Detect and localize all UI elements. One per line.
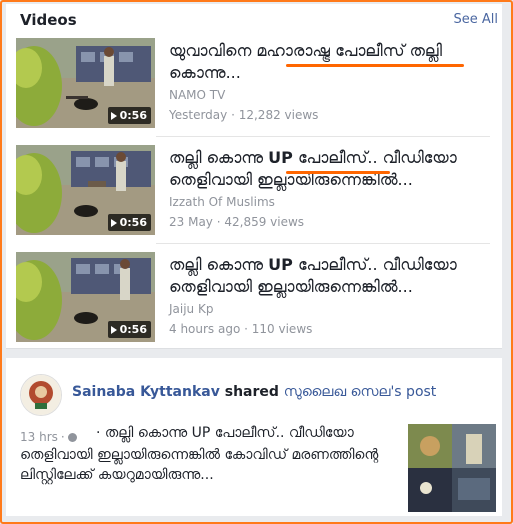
shared-header: Sainaba Kyttankav shared സുലൈഖ സെല's pos… — [72, 384, 436, 400]
video-title[interactable]: യുവാവിനെ മഹാരാഷ്ട്ര പോലീസ് തല്ലി കൊന്നു.… — [169, 40, 494, 84]
meta-separator: · — [212, 215, 225, 229]
video-duration-badge: 0:56 — [107, 214, 151, 231]
post-text-line: · തല്ലി കൊന്നു UP പോലീസ്.. വീഡിയോ — [96, 425, 354, 441]
video-views: 12,282 views — [238, 108, 319, 122]
meta-separator: · — [227, 108, 239, 122]
title-part: തല്ലി കൊന്നു — [169, 255, 269, 274]
divider — [156, 243, 490, 244]
video-duration: 0:56 — [119, 109, 147, 122]
video-source[interactable]: Izzath Of Muslims — [169, 195, 275, 209]
title-bold: UP — [268, 148, 293, 167]
video-thumbnail[interactable]: 0:56 — [16, 252, 155, 342]
video-title[interactable]: തല്ലി കൊന്നു UP പോലീസ്.. വീഡിയോ തെളിവായി… — [169, 147, 494, 191]
video-date: Yesterday — [169, 108, 228, 122]
post-image[interactable] — [408, 424, 496, 512]
video-duration: 0:56 — [119, 216, 147, 229]
video-duration-badge: 0:56 — [107, 321, 151, 338]
video-thumbnail[interactable]: 0:56 — [16, 145, 155, 235]
highlight-underline — [286, 171, 390, 174]
video-date: 23 May — [169, 215, 213, 229]
post-meta: 13 hrs · — [20, 430, 77, 444]
video-views: 42,859 views — [224, 215, 305, 229]
post-text: തെളിവായി ഇല്ലായിരുന്നെങ്കിൽ കോവിഡ് മരണത്… — [20, 447, 379, 483]
section-title: Videos — [20, 11, 77, 29]
video-meta: 23 May · 42,859 views — [169, 215, 304, 229]
see-all-link[interactable]: See All — [454, 12, 499, 27]
video-views: 110 views — [251, 322, 313, 336]
shared-action: shared — [219, 384, 284, 400]
video-item[interactable]: 0:56 യുവാവിനെ മഹാരാഷ്ട്ര പോലീസ് തല്ലി കൊ… — [16, 38, 500, 136]
video-title[interactable]: തല്ലി കൊന്നു UP പോലീസ്.. വീഡിയോ തെളിവായി… — [169, 254, 494, 298]
title-part: തല്ലി കൊന്നു — [169, 148, 269, 167]
videos-section: Videos See All 0:56 യുവാവിനെ മഹാരാഷ്ട്ര … — [6, 4, 502, 349]
highlight-underline — [286, 64, 464, 67]
video-meta: Yesterday · 12,282 views — [169, 108, 318, 122]
video-source[interactable]: Jaiju Kp — [169, 302, 213, 316]
divider — [156, 136, 490, 137]
video-duration-badge: 0:56 — [107, 107, 151, 124]
shared-post: Sainaba Kyttankav shared സുലൈഖ സെല's pos… — [6, 358, 502, 516]
video-source[interactable]: NAMO TV — [169, 88, 225, 102]
author-link[interactable]: Sainaba Kyttankav — [72, 384, 220, 400]
play-icon — [110, 218, 117, 227]
video-duration: 0:56 — [119, 323, 147, 336]
meta-separator: · — [60, 430, 65, 444]
video-date: 4 hours ago — [169, 322, 241, 336]
video-item[interactable]: 0:56 തല്ലി കൊന്നു UP പോലീസ്.. വീഡിയോ തെള… — [16, 252, 500, 350]
play-icon — [110, 325, 117, 334]
original-post-link[interactable]: സുലൈഖ സെല's post — [284, 384, 437, 400]
play-icon — [110, 111, 117, 120]
video-meta: 4 hours ago · 110 views — [169, 322, 312, 336]
post-time[interactable]: 13 hrs — [20, 430, 58, 444]
screenshot-frame: Videos See All 0:56 യുവാവിനെ മഹാരാഷ്ട്ര … — [0, 0, 513, 524]
meta-separator: · — [240, 322, 252, 336]
title-bold: UP — [268, 255, 293, 274]
video-item[interactable]: 0:56 തല്ലി കൊന്നു UP പോലീസ്.. വീഡിയോ തെള… — [16, 145, 500, 243]
globe-icon — [67, 432, 77, 442]
avatar[interactable] — [20, 374, 62, 416]
video-thumbnail[interactable]: 0:56 — [16, 38, 155, 128]
